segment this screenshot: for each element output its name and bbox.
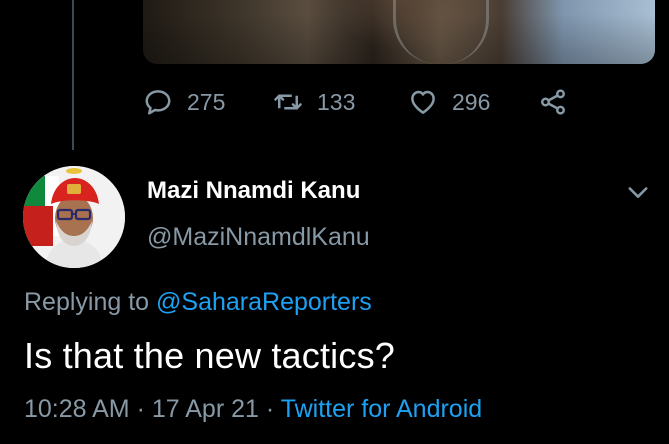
share-button[interactable] <box>538 87 568 117</box>
tweet-date: 17 Apr 21 <box>151 395 259 423</box>
replying-to-mention[interactable]: @SaharaReporters <box>156 288 372 316</box>
avatar-image <box>23 166 125 268</box>
chevron-down-icon <box>628 187 648 198</box>
replying-to-label: Replying to <box>24 288 150 316</box>
replying-to-line: Replying to @SaharaReporters <box>24 288 372 317</box>
like-button[interactable]: 296 <box>408 87 490 117</box>
meta-separator: · <box>265 395 275 423</box>
reply-count: 275 <box>187 88 226 115</box>
tweet-thread-view: 275 133 296 Mazi Nnamdi Kanu @MaziNnamdl… <box>0 0 669 444</box>
tweet-metadata: 10:28 AM · 17 Apr 21 · Twitter for Andro… <box>24 395 482 424</box>
heart-icon <box>411 90 435 114</box>
more-options-button[interactable] <box>624 178 652 206</box>
author-name[interactable]: Mazi Nnamdi Kanu <box>147 177 360 205</box>
thread-connector-line <box>72 0 74 150</box>
retweet-icon <box>274 94 302 110</box>
tweet-time: 10:28 AM <box>24 395 130 423</box>
reply-button[interactable]: 275 <box>143 87 225 117</box>
share-icon <box>541 89 565 115</box>
meta-separator: · <box>136 395 145 423</box>
reply-icon <box>145 90 171 115</box>
author-handle[interactable]: @MaziNnamdlKanu <box>147 223 370 252</box>
previous-tweet-image[interactable] <box>143 0 655 64</box>
like-count: 296 <box>452 88 491 115</box>
avatar[interactable] <box>23 166 125 268</box>
tweet-text: Is that the new tactics? <box>24 335 395 376</box>
retweet-button[interactable]: 133 <box>273 87 355 117</box>
tweet-source-link[interactable]: Twitter for Android <box>281 395 482 423</box>
retweet-count: 133 <box>317 88 356 115</box>
